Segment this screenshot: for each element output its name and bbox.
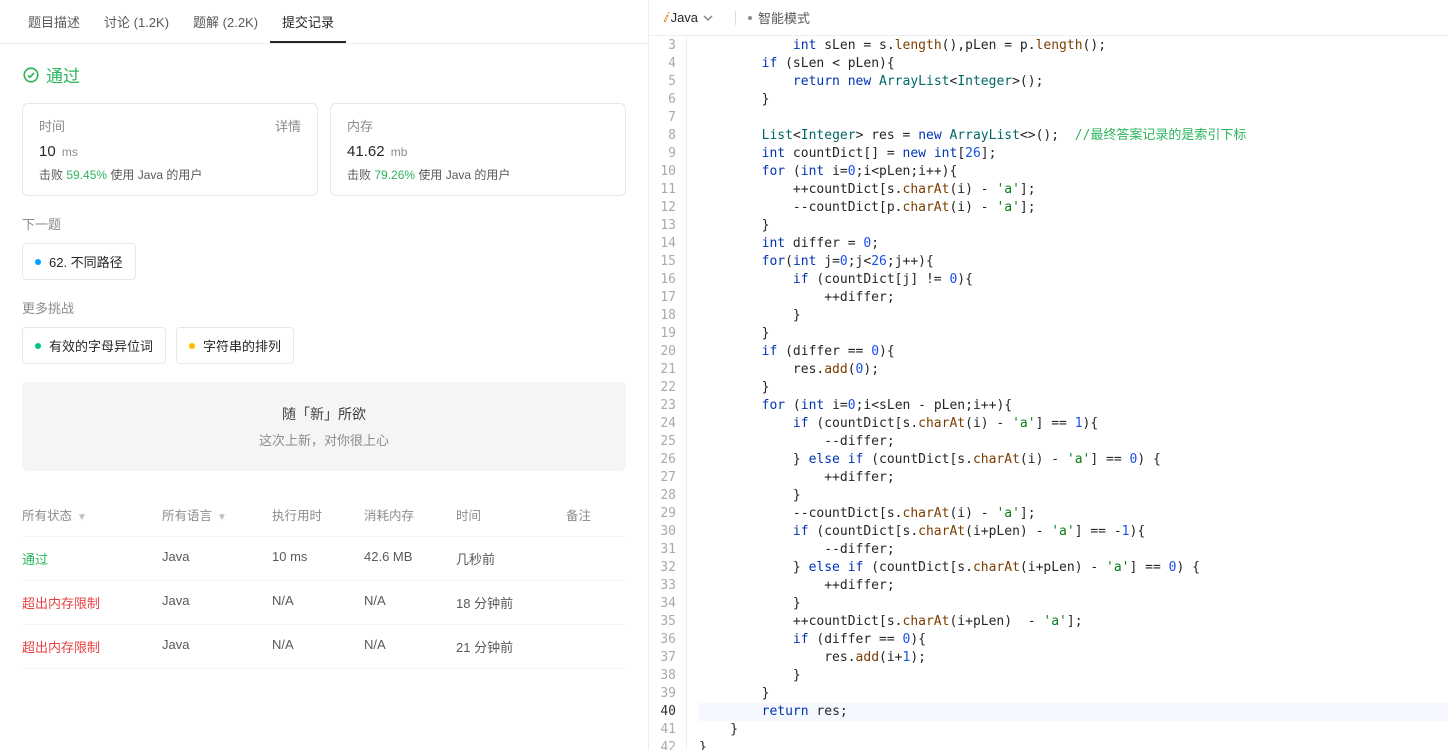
editor-toolbar: ⅈ Java 智能模式 <box>649 0 1448 36</box>
tab-submissions[interactable]: 提交记录 <box>270 0 346 43</box>
stat-time-unit: ms <box>62 145 78 159</box>
code-content[interactable]: int sLen = s.length(),pLen = p.length();… <box>687 36 1448 750</box>
next-problem-chip[interactable]: 62. 不同路径 <box>22 243 136 280</box>
next-problem-text: 62. 不同路径 <box>49 252 123 271</box>
hd-time: 执行用时 <box>272 505 364 524</box>
cell-lang: Java <box>162 549 272 568</box>
promo-line2: 这次上新，对你很上心 <box>44 430 604 449</box>
hd-status[interactable]: 所有状态 ▼ <box>22 505 162 524</box>
status-text: 通过 <box>46 62 80 87</box>
beat-prefix: 击败 <box>39 168 66 182</box>
result-area: 通过 时间 详情 10 ms 击败 59.45% 使用 Java 的用户 内存 4… <box>0 44 648 687</box>
editor-mode[interactable]: 智能模式 <box>758 8 810 27</box>
submissions-table-body: 通过Java10 ms42.6 MB几秒前超出内存限制JavaN/AN/A18 … <box>22 537 626 669</box>
mode-dot-icon <box>748 16 752 20</box>
beat-suffix2: 使用 Java 的用户 <box>415 168 510 182</box>
cell-note <box>566 549 626 568</box>
stat-detail-link[interactable]: 详情 <box>275 116 301 135</box>
cell-lang: Java <box>162 593 272 612</box>
cell-time: 10 ms <box>272 549 364 568</box>
stat-time-value: 10 <box>39 143 56 160</box>
hd-mem: 消耗内存 <box>364 505 456 524</box>
stat-mem[interactable]: 内存 41.62 mb 击败 79.26% 使用 Java 的用户 <box>330 103 626 196</box>
beat-suffix: 使用 Java 的用户 <box>107 168 202 182</box>
dot-icon <box>189 343 195 349</box>
cell-time: N/A <box>272 637 364 656</box>
cell-status: 通过 <box>22 549 162 568</box>
promo-banner[interactable]: 随「新」所欲 这次上新，对你很上心 <box>22 382 626 471</box>
dot-icon <box>35 343 41 349</box>
status-accepted: 通过 <box>22 62 626 87</box>
cell-lang: Java <box>162 637 272 656</box>
cell-note <box>566 593 626 612</box>
chevron-down-icon: ▼ <box>77 512 87 523</box>
challenge-text: 有效的字母异位词 <box>49 336 153 355</box>
cell-when: 21 分钟前 <box>456 637 566 656</box>
hd-lang-text: 所有语言 <box>162 509 212 523</box>
tab-solutions[interactable]: 题解 (2.2K) <box>181 0 270 43</box>
stats-row: 时间 详情 10 ms 击败 59.45% 使用 Java 的用户 内存 41.6… <box>22 103 626 196</box>
java-logo-icon: ⅈ <box>663 10 668 26</box>
language-text: Java <box>671 10 698 25</box>
divider <box>735 11 736 25</box>
line-numbers: 3456789101112131415161718192021222324252… <box>649 36 687 750</box>
check-circle-icon <box>22 66 40 84</box>
stat-mem-label: 内存 <box>347 116 373 135</box>
cell-mem: 42.6 MB <box>364 549 456 568</box>
chevron-down-icon <box>703 13 713 23</box>
cell-when: 几秒前 <box>456 549 566 568</box>
hd-lang[interactable]: 所有语言 ▼ <box>162 505 272 524</box>
challenge-text: 字符串的排列 <box>203 336 281 355</box>
submissions-table-header: 所有状态 ▼ 所有语言 ▼ 执行用时 消耗内存 时间 备注 <box>22 493 626 537</box>
chevron-down-icon: ▼ <box>217 512 227 523</box>
stat-time[interactable]: 时间 详情 10 ms 击败 59.45% 使用 Java 的用户 <box>22 103 318 196</box>
promo-line1: 随「新」所欲 <box>44 404 604 424</box>
stat-mem-value: 41.62 <box>347 143 385 160</box>
right-panel: ⅈ Java 智能模式 3456789101112131415161718192… <box>649 0 1448 750</box>
cell-mem: N/A <box>364 637 456 656</box>
dot-icon <box>35 259 41 265</box>
challenge-chip-0[interactable]: 有效的字母异位词 <box>22 327 166 364</box>
tabs: 题目描述 讨论 (1.2K) 题解 (2.2K) 提交记录 <box>0 0 648 44</box>
challenge-chip-1[interactable]: 字符串的排列 <box>176 327 294 364</box>
tab-description[interactable]: 题目描述 <box>16 0 92 43</box>
left-panel: 题目描述 讨论 (1.2K) 题解 (2.2K) 提交记录 通过 时间 详情 10… <box>0 0 649 750</box>
stat-mem-pct: 79.26% <box>374 168 415 182</box>
cell-note <box>566 637 626 656</box>
hd-status-text: 所有状态 <box>22 509 72 523</box>
more-label: 更多挑战 <box>22 298 626 317</box>
table-row[interactable]: 超出内存限制JavaN/AN/A21 分钟前 <box>22 625 626 669</box>
next-label: 下一题 <box>22 214 626 233</box>
cell-status: 超出内存限制 <box>22 637 162 656</box>
table-row[interactable]: 超出内存限制JavaN/AN/A18 分钟前 <box>22 581 626 625</box>
hd-when: 时间 <box>456 505 566 524</box>
cell-status: 超出内存限制 <box>22 593 162 612</box>
stat-time-label: 时间 <box>39 116 65 135</box>
stat-time-pct: 59.45% <box>66 168 107 182</box>
beat-prefix2: 击败 <box>347 168 374 182</box>
tab-discussion[interactable]: 讨论 (1.2K) <box>92 0 181 43</box>
table-row[interactable]: 通过Java10 ms42.6 MB几秒前 <box>22 537 626 581</box>
code-editor[interactable]: 3456789101112131415161718192021222324252… <box>649 36 1448 750</box>
stat-mem-unit: mb <box>391 145 408 159</box>
language-select[interactable]: Java <box>671 10 713 25</box>
cell-mem: N/A <box>364 593 456 612</box>
hd-note: 备注 <box>566 505 626 524</box>
cell-when: 18 分钟前 <box>456 593 566 612</box>
cell-time: N/A <box>272 593 364 612</box>
